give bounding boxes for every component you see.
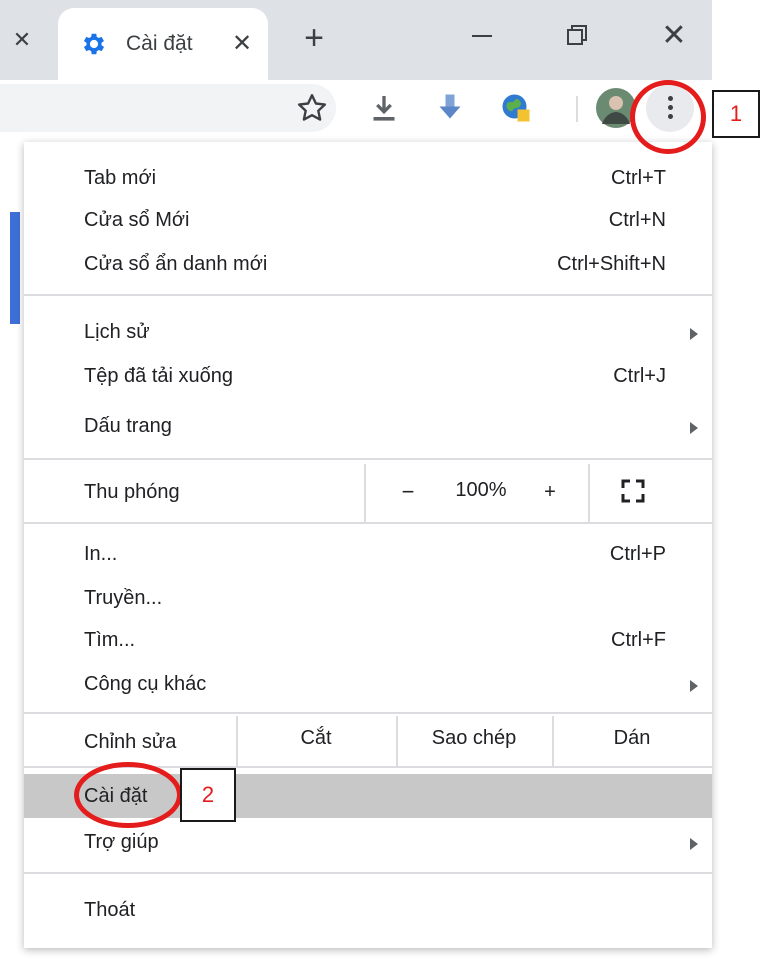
menu-item-label: Công cụ khác bbox=[84, 673, 207, 695]
gear-icon bbox=[83, 33, 105, 55]
tab-close-icon[interactable]: ✕ bbox=[228, 28, 256, 60]
menu-item-label: Lịch sử bbox=[84, 321, 150, 343]
menu-item-print[interactable]: In... Ctrl+P bbox=[24, 534, 712, 574]
submenu-arrow-icon bbox=[690, 838, 698, 850]
globe-extension-icon[interactable] bbox=[498, 90, 534, 126]
zoom-in-button[interactable]: + bbox=[538, 478, 562, 506]
previous-tab-close-icon[interactable]: ✕ bbox=[8, 24, 36, 56]
star-icon[interactable] bbox=[294, 90, 330, 126]
tab-settings[interactable]: Cài đặt ✕ bbox=[58, 8, 268, 80]
menu-item-more-tools[interactable]: Công cụ khác bbox=[24, 664, 712, 704]
zoom-label: Thu phóng bbox=[84, 481, 180, 503]
menu-item-label: In... bbox=[84, 543, 118, 565]
new-tab-button[interactable]: + bbox=[296, 20, 332, 56]
menu-item-shortcut: Ctrl+T bbox=[611, 167, 666, 189]
menu-item-exit[interactable]: Thoát bbox=[24, 890, 712, 930]
menu-item-new-window[interactable]: Cửa sổ Mới Ctrl+N bbox=[24, 200, 712, 240]
restore-icon bbox=[567, 25, 587, 45]
menu-item-help[interactable]: Trợ giúp bbox=[24, 822, 712, 862]
submenu-arrow-icon bbox=[690, 422, 698, 434]
minimize-window-button[interactable] bbox=[462, 18, 502, 54]
menu-item-label: Truyền... bbox=[84, 587, 163, 609]
zoom-row: Thu phóng − 100% + bbox=[24, 464, 712, 522]
menu-item-shortcut: Ctrl+N bbox=[608, 209, 666, 231]
copy-button[interactable]: Sao chép bbox=[396, 724, 552, 752]
menu-item-downloads[interactable]: Tệp đã tải xuống Ctrl+J bbox=[24, 356, 712, 396]
annotation-badge-2: 2 bbox=[180, 768, 236, 822]
toolbar bbox=[0, 80, 712, 138]
menu-item-bookmarks[interactable]: Dấu trang bbox=[24, 406, 712, 446]
menu-item-history[interactable]: Lịch sử bbox=[24, 312, 712, 352]
zoom-out-button[interactable]: − bbox=[396, 478, 420, 506]
menu-item-find[interactable]: Tìm... Ctrl+F bbox=[24, 620, 712, 660]
paste-button[interactable]: Dán bbox=[552, 724, 712, 752]
zoom-divider bbox=[588, 464, 590, 522]
address-bar[interactable] bbox=[0, 84, 336, 132]
menu-item-label: Cửa sổ ẩn danh mới bbox=[84, 253, 268, 275]
menu-separator bbox=[24, 872, 712, 874]
menu-item-label: Tìm... bbox=[84, 629, 136, 651]
menu-item-shortcut: Ctrl+Shift+N bbox=[557, 253, 666, 275]
menu-item-label: Tệp đã tải xuống bbox=[84, 365, 233, 387]
menu-item-label: Cửa sổ Mới bbox=[84, 209, 190, 231]
annotation-ring-2 bbox=[74, 762, 182, 828]
menu-item-label: Tab mới bbox=[84, 167, 157, 189]
menu-item-shortcut: Ctrl+F bbox=[611, 629, 666, 651]
menu-item-cast[interactable]: Truyền... bbox=[24, 578, 712, 618]
zoom-divider bbox=[364, 464, 366, 522]
menu-item-label: Trợ giúp bbox=[84, 831, 159, 853]
download-extension-icon[interactable] bbox=[432, 90, 468, 126]
menu-item-shortcut: Ctrl+J bbox=[613, 365, 666, 387]
annotation-badge-1: 1 bbox=[712, 90, 760, 138]
menu-item-label: Dấu trang bbox=[84, 415, 172, 437]
menu-separator bbox=[24, 458, 712, 460]
fullscreen-icon[interactable] bbox=[620, 478, 646, 504]
zoom-level: 100% bbox=[455, 479, 507, 501]
tab-strip: ✕ Cài đặt ✕ + ✕ bbox=[0, 0, 712, 80]
download-icon[interactable] bbox=[366, 90, 402, 126]
menu-item-label: Thoát bbox=[84, 899, 136, 921]
restore-window-button[interactable] bbox=[556, 18, 596, 54]
toolbar-separator bbox=[576, 96, 578, 122]
page-accent bbox=[10, 212, 20, 324]
submenu-arrow-icon bbox=[690, 328, 698, 340]
menu-item-incognito-window[interactable]: Cửa sổ ẩn danh mới Ctrl+Shift+N bbox=[24, 244, 712, 284]
close-window-button[interactable]: ✕ bbox=[654, 18, 694, 54]
annotation-ring-1 bbox=[630, 80, 706, 154]
menu-separator bbox=[24, 294, 712, 296]
edit-row: Chỉnh sửa Cắt Sao chép Dán bbox=[24, 716, 712, 766]
menu-item-new-tab[interactable]: Tab mới Ctrl+T bbox=[24, 158, 712, 198]
cut-button[interactable]: Cắt bbox=[236, 724, 396, 752]
menu-separator bbox=[24, 712, 712, 714]
tab-title: Cài đặt bbox=[126, 32, 193, 55]
submenu-arrow-icon bbox=[690, 680, 698, 692]
edit-label: Chỉnh sửa bbox=[84, 731, 177, 753]
menu-separator bbox=[24, 522, 712, 524]
menu-item-shortcut: Ctrl+P bbox=[609, 543, 666, 565]
